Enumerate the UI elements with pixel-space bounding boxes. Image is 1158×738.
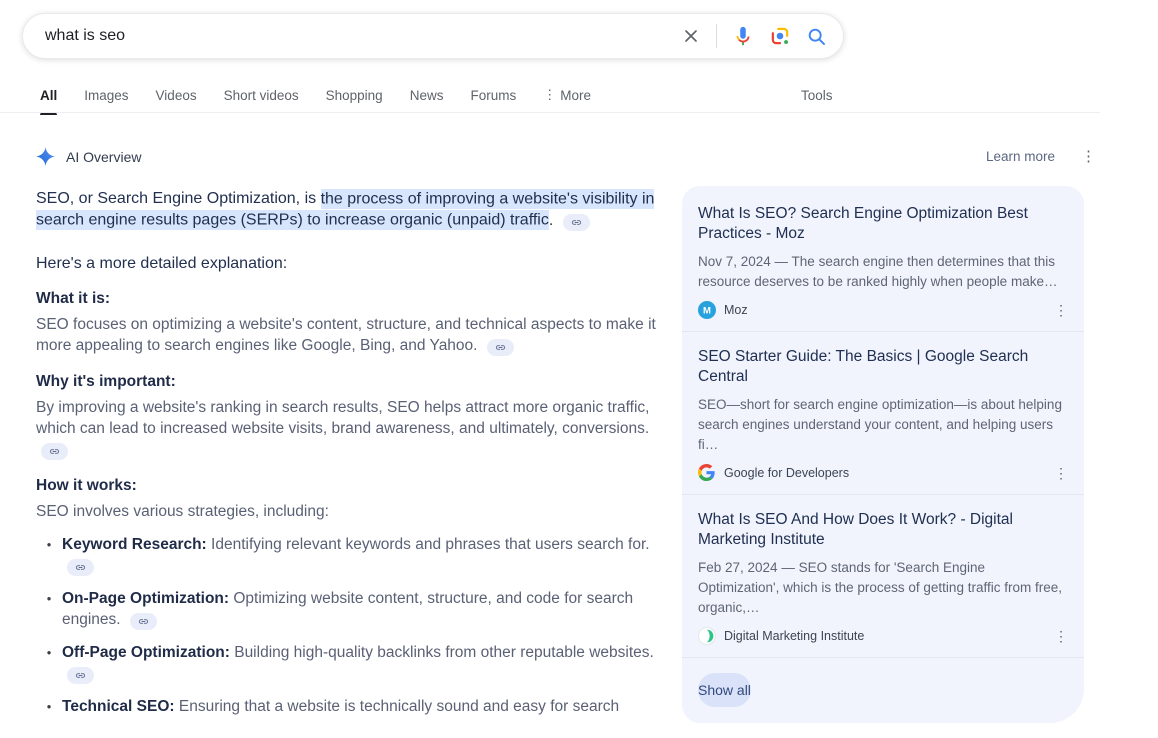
section-heading: What it is: bbox=[36, 290, 660, 308]
search-icon[interactable] bbox=[806, 26, 827, 47]
section-paragraph: SEO focuses on optimizing a website's co… bbox=[36, 314, 660, 356]
svg-text:M: M bbox=[703, 306, 711, 317]
card-menu-icon[interactable]: ⋮ bbox=[1054, 466, 1068, 480]
source-card-snippet: Feb 27, 2024 — SEO stands for 'Search En… bbox=[698, 558, 1068, 618]
bullet-label: On-Page Optimization: bbox=[62, 590, 229, 607]
paragraph-text: By improving a website's ranking in sear… bbox=[36, 399, 649, 437]
tab-more[interactable]: ⋮More bbox=[543, 87, 591, 103]
overview-menu-icon[interactable]: ⋮ bbox=[1081, 149, 1096, 164]
tab-shopping[interactable]: Shopping bbox=[326, 88, 383, 103]
source-card[interactable]: What Is SEO And How Does It Work? - Digi… bbox=[682, 495, 1084, 658]
header-divider bbox=[0, 112, 1100, 113]
source-card[interactable]: SEO Starter Guide: The Basics | Google S… bbox=[682, 332, 1084, 495]
tab-news[interactable]: News bbox=[410, 88, 444, 103]
card-menu-icon[interactable]: ⋮ bbox=[1054, 303, 1068, 317]
bullet-dot: ● bbox=[36, 588, 62, 630]
source-card-title[interactable]: What Is SEO? Search Engine Optimization … bbox=[698, 204, 1068, 244]
bullet-text: Building high-quality backlinks from oth… bbox=[230, 644, 654, 661]
moz-favicon: M bbox=[698, 301, 716, 319]
bullet-dot: ● bbox=[36, 642, 62, 684]
bullet-item-technical-seo-: ●Technical SEO: Ensuring that a website … bbox=[36, 696, 660, 717]
lead-text: . bbox=[549, 212, 553, 229]
bullet-text: Identifying relevant keywords and phrase… bbox=[207, 536, 650, 553]
card-menu-icon[interactable]: ⋮ bbox=[1054, 629, 1068, 643]
tab-short-videos[interactable]: Short videos bbox=[224, 88, 299, 103]
source-link-chip-icon[interactable] bbox=[563, 214, 590, 231]
ai-overview-header: AI Overview bbox=[36, 147, 141, 166]
paragraph-text: SEO focuses on optimizing a website's co… bbox=[36, 316, 656, 354]
source-card[interactable]: What Is SEO? Search Engine Optimization … bbox=[682, 189, 1084, 332]
clear-icon[interactable] bbox=[681, 26, 701, 46]
lead-paragraph: SEO, or Search Engine Optimization, is t… bbox=[36, 188, 660, 231]
section-subheading: Here's a more detailed explanation: bbox=[36, 255, 660, 273]
bullet-item-off-page-optimization-: ●Off-Page Optimization: Building high-qu… bbox=[36, 642, 660, 684]
ai-overview-content: SEO, or Search Engine Optimization, is t… bbox=[36, 176, 660, 717]
source-card-snippet: SEO—short for search engine optimization… bbox=[698, 395, 1068, 455]
tab-forums[interactable]: Forums bbox=[470, 88, 516, 103]
bullet-label: Technical SEO: bbox=[62, 698, 175, 715]
bullet-item-on-page-optimization-: ●On-Page Optimization: Optimizing websit… bbox=[36, 588, 660, 630]
bullet-text: Ensuring that a website is technically s… bbox=[175, 698, 620, 715]
source-link-chip-icon[interactable] bbox=[67, 559, 94, 576]
source-card-title[interactable]: What Is SEO And How Does It Work? - Digi… bbox=[698, 510, 1068, 550]
bullet-dot: ● bbox=[36, 696, 62, 717]
bullet-label: Keyword Research: bbox=[62, 536, 207, 553]
section-paragraph: SEO involves various strategies, includi… bbox=[36, 501, 660, 522]
microphone-icon[interactable] bbox=[732, 25, 754, 47]
bullet-item-keyword-research-: ●Keyword Research: Identifying relevant … bbox=[36, 534, 660, 576]
google-favicon bbox=[698, 464, 716, 482]
tab-videos[interactable]: Videos bbox=[156, 88, 197, 103]
source-name: Digital Marketing Institute bbox=[724, 629, 1046, 643]
paragraph-text: SEO involves various strategies, includi… bbox=[36, 503, 329, 520]
section-heading: How it works: bbox=[36, 477, 660, 495]
searchbar-divider bbox=[716, 24, 717, 48]
search-bar[interactable]: what is seo bbox=[22, 13, 844, 59]
sources-panel: What Is SEO? Search Engine Optimization … bbox=[682, 186, 1084, 723]
section-heading: Why it's important: bbox=[36, 373, 660, 391]
result-filter-tabs: All Images Videos Short videos Shopping News F… bbox=[40, 87, 591, 103]
bullet-label: Off-Page Optimization: bbox=[62, 644, 230, 661]
learn-more-link[interactable]: Learn more bbox=[986, 149, 1055, 164]
source-link-chip-icon[interactable] bbox=[487, 339, 514, 356]
bullet-dot: ● bbox=[36, 534, 62, 576]
source-name: Google for Developers bbox=[724, 466, 1046, 480]
source-link-chip-icon[interactable] bbox=[130, 613, 157, 630]
source-name: Moz bbox=[724, 303, 1046, 317]
section-paragraph: By improving a website's ranking in sear… bbox=[36, 397, 660, 460]
source-link-chip-icon[interactable] bbox=[41, 443, 68, 460]
ai-overview-title: AI Overview bbox=[66, 149, 141, 165]
tab-all[interactable]: All bbox=[40, 88, 57, 103]
source-link-chip-icon[interactable] bbox=[67, 667, 94, 684]
google-lens-icon[interactable] bbox=[769, 25, 791, 47]
source-card-snippet: Nov 7, 2024 — The search engine then det… bbox=[698, 252, 1068, 292]
search-input[interactable]: what is seo bbox=[45, 27, 681, 45]
tab-images[interactable]: Images bbox=[84, 88, 128, 103]
google-search-results-page: what is seo bbox=[0, 0, 1158, 738]
ai-sparkle-icon bbox=[36, 147, 55, 166]
dmi-favicon bbox=[698, 627, 716, 645]
show-all-button[interactable]: Show all bbox=[698, 673, 751, 707]
lead-text: SEO, or Search Engine Optimization, is bbox=[36, 190, 321, 207]
source-card-title[interactable]: SEO Starter Guide: The Basics | Google S… bbox=[698, 347, 1068, 387]
tools-button[interactable]: Tools bbox=[801, 88, 833, 103]
more-kebab-icon: ⋮ bbox=[543, 87, 556, 103]
